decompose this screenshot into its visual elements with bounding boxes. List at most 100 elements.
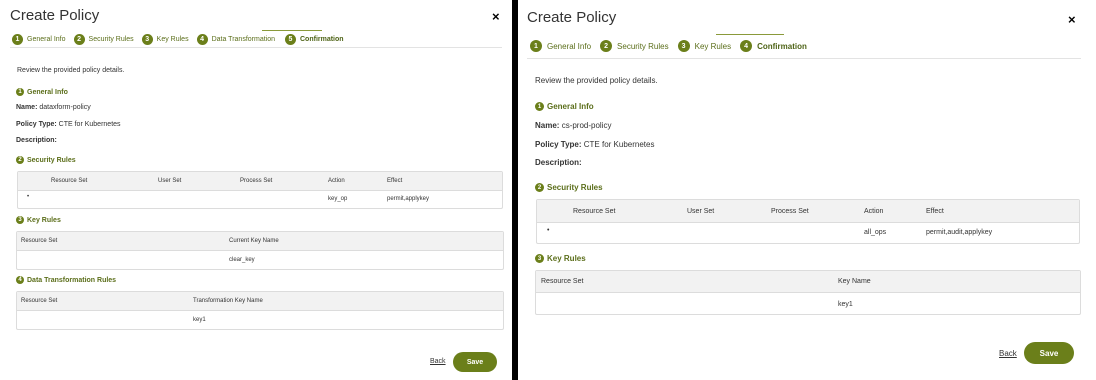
key-rules-table: Resource Set Key Name key1 — [535, 270, 1081, 315]
cell-key-name: clear_key — [229, 257, 255, 263]
section-number: 3 — [16, 216, 24, 224]
column-header: Action — [864, 208, 884, 215]
description-label: Description: — [535, 158, 582, 167]
name-row: Name: cs-prod-policy — [535, 121, 611, 130]
create-policy-dialog-right: Create Policy × 1 General Info 2 Securit… — [518, 0, 1096, 380]
step-key-rules[interactable]: 3 Key Rules — [141, 34, 189, 45]
step-number: 4 — [196, 34, 208, 45]
table-row: • key_op permit,applykey — [18, 191, 502, 208]
row-expand-marker[interactable]: • — [27, 194, 29, 200]
section-number: 3 — [535, 254, 544, 263]
step-number: 5 — [285, 34, 296, 45]
policy-type-value: CTE for Kubernetes — [58, 121, 121, 128]
step-data-transformation[interactable]: 4 Data Transformation — [196, 34, 275, 45]
save-button[interactable]: Save — [1024, 342, 1074, 364]
section-heading: Security Rules — [547, 183, 603, 192]
section-key-rules: 3 Key Rules — [16, 216, 61, 224]
policy-type-label: Policy Type: — [535, 140, 582, 149]
name-value: cs-prod-policy — [561, 121, 612, 130]
review-intro: Review the provided policy details. — [535, 76, 658, 85]
table-header: Resource Set Current Key Name — [17, 232, 503, 251]
security-rules-table: Resource Set User Set Process Set Action… — [17, 171, 503, 209]
step-label: Security Rules — [617, 41, 669, 51]
section-heading: General Info — [547, 102, 594, 111]
step-number: 2 — [600, 40, 613, 52]
table-row: • all_ops permit,audit,applykey — [537, 223, 1079, 243]
cell-effect: permit,audit,applykey — [926, 229, 993, 236]
step-number: 1 — [530, 40, 542, 52]
section-number: 2 — [535, 183, 544, 192]
table-row: key1 — [536, 293, 1080, 314]
description-label: Description: — [16, 137, 57, 144]
security-rules-table: Resource Set User Set Process Set Action… — [536, 199, 1080, 244]
name-row: Name: dataxform-policy — [16, 104, 91, 111]
table-header: Resource Set Transformation Key Name — [17, 292, 503, 311]
step-label: General Info — [547, 41, 592, 51]
step-number: 1 — [12, 34, 23, 45]
table-header: Resource Set Key Name — [536, 271, 1080, 293]
section-key-rules: 3 Key Rules — [535, 254, 586, 263]
column-header: Effect — [926, 208, 944, 215]
active-step-marker — [716, 34, 784, 35]
cell-action: all_ops — [864, 229, 887, 236]
column-header: Resource Set — [51, 178, 88, 184]
column-header: Resource Set — [21, 298, 58, 304]
column-header: Process Set — [771, 208, 809, 215]
policy-type-value: CTE for Kubernetes — [583, 140, 655, 149]
stepper-baseline — [527, 58, 1081, 59]
name-value: dataxform-policy — [39, 104, 91, 111]
step-confirmation[interactable]: 5 Confirmation — [285, 34, 344, 45]
step-general-info[interactable]: 1 General Info — [530, 40, 591, 52]
step-label: Data Transformation — [211, 36, 275, 43]
table-row: clear_key — [17, 251, 503, 269]
table-header: Resource Set User Set Process Set Action… — [537, 200, 1079, 223]
name-label: Name: — [16, 104, 38, 111]
step-label: General Info — [27, 36, 66, 43]
stepper: 1 General Info 2 Security Rules 3 Key Ru… — [530, 40, 807, 52]
column-header: Resource Set — [573, 208, 616, 215]
step-label: Security Rules — [88, 36, 134, 43]
close-icon[interactable]: × — [1068, 12, 1076, 27]
column-header: Process Set — [240, 178, 273, 184]
dialog-title: Create Policy — [10, 7, 100, 24]
table-row: key1 — [17, 311, 503, 329]
step-confirmation[interactable]: 4 Confirmation — [740, 40, 807, 52]
stepper: 1 General Info 2 Security Rules 3 Key Ru… — [12, 34, 344, 45]
step-security-rules[interactable]: 2 Security Rules — [73, 34, 134, 45]
step-general-info[interactable]: 1 General Info — [12, 34, 66, 45]
close-icon[interactable]: × — [492, 9, 500, 24]
column-header: Key Name — [838, 278, 871, 285]
column-header: User Set — [687, 208, 715, 215]
step-label: Key Rules — [694, 41, 732, 51]
step-label: Confirmation — [300, 36, 344, 43]
back-link[interactable]: Back — [430, 358, 446, 365]
section-general-info: 1 General Info — [535, 102, 594, 111]
section-security-rules: 2 Security Rules — [16, 156, 76, 164]
column-header: Transformation Key Name — [193, 298, 263, 304]
step-number: 3 — [141, 34, 153, 45]
step-security-rules[interactable]: 2 Security Rules — [600, 40, 669, 52]
section-general-info: 1 General Info — [16, 88, 68, 96]
section-number: 1 — [535, 102, 544, 111]
back-link[interactable]: Back — [999, 349, 1017, 358]
section-number: 4 — [16, 276, 24, 284]
data-transformation-table: Resource Set Transformation Key Name key… — [16, 291, 504, 330]
cell-key-name: key1 — [838, 301, 853, 308]
column-header: User Set — [158, 178, 182, 184]
section-number: 1 — [16, 88, 24, 96]
step-number: 3 — [677, 40, 690, 52]
save-button[interactable]: Save — [453, 352, 497, 372]
cell-effect: permit,applykey — [387, 196, 430, 202]
column-header: Action — [328, 178, 345, 184]
table-header: Resource Set User Set Process Set Action… — [18, 172, 502, 191]
section-heading: Key Rules — [27, 216, 61, 224]
column-header: Effect — [387, 178, 403, 184]
section-security-rules: 2 Security Rules — [535, 183, 603, 192]
policy-type-label: Policy Type: — [16, 121, 57, 128]
step-number: 4 — [740, 40, 753, 52]
step-number: 2 — [73, 34, 85, 45]
key-rules-table: Resource Set Current Key Name clear_key — [16, 231, 504, 270]
section-data-transformation-rules: 4 Data Transformation Rules — [16, 276, 116, 284]
step-key-rules[interactable]: 3 Key Rules — [677, 40, 732, 52]
row-expand-marker[interactable]: • — [547, 227, 549, 234]
